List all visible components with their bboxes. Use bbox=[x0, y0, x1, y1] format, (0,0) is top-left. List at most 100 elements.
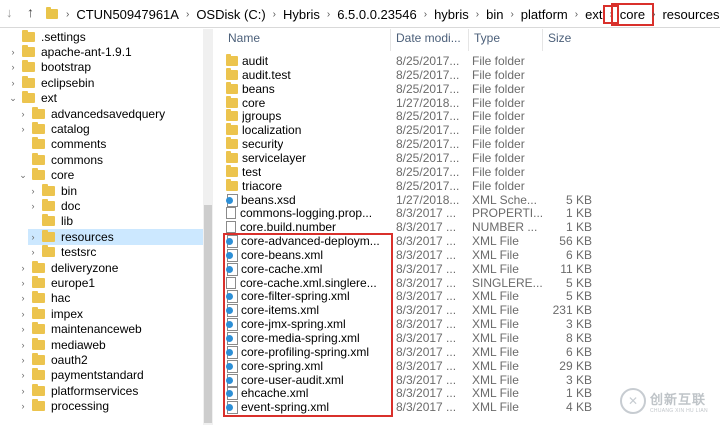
file-row[interactable]: beans.xsd 1/27/2018... XML Sche... 5 KB bbox=[222, 193, 720, 207]
column-header-date[interactable]: Date modi... bbox=[396, 31, 461, 49]
breadcrumb-item[interactable]: OSDisk (C:) bbox=[191, 7, 270, 22]
file-row[interactable]: commons-logging.prop... 8/3/2017 ... PROPE… bbox=[222, 206, 720, 220]
file-row[interactable]: audit 8/25/2017... File folder bbox=[222, 54, 720, 68]
breadcrumb-chevron-icon[interactable]: › bbox=[64, 9, 71, 20]
tree-item[interactable]: › testsrc bbox=[28, 245, 96, 260]
breadcrumb-chevron-icon[interactable]: › bbox=[422, 9, 429, 20]
column-divider[interactable] bbox=[390, 29, 391, 51]
breadcrumb-item[interactable]: Hybris bbox=[278, 7, 325, 22]
chevron-right-icon[interactable]: › bbox=[18, 401, 28, 411]
chevron-down-icon[interactable]: ⌄ bbox=[8, 93, 18, 104]
chevron-right-icon[interactable]: › bbox=[28, 232, 38, 242]
tree-item[interactable]: › platformservices bbox=[18, 383, 138, 398]
file-row[interactable]: security 8/25/2017... File folder bbox=[222, 137, 720, 151]
file-row[interactable]: servicelayer 8/25/2017... File folder bbox=[222, 150, 720, 165]
chevron-right-icon[interactable]: › bbox=[8, 78, 18, 88]
tree-item[interactable]: › deliveryzone bbox=[18, 260, 118, 275]
tree-item[interactable]: › processing bbox=[18, 399, 109, 414]
column-header-name[interactable]: Name bbox=[228, 31, 260, 49]
tree-item[interactable]: › hac bbox=[18, 291, 70, 306]
breadcrumb-chevron-icon[interactable]: › bbox=[603, 4, 619, 24]
chevron-right-icon[interactable]: › bbox=[18, 124, 28, 134]
breadcrumb-item[interactable]: bin bbox=[481, 7, 508, 22]
tree-item[interactable]: › apache-ant-1.9.1 bbox=[8, 44, 132, 59]
tree-item[interactable]: › oauth2 bbox=[18, 352, 88, 367]
tree-item[interactable]: › bin bbox=[28, 183, 77, 198]
scrollbar-thumb[interactable] bbox=[204, 205, 212, 423]
chevron-right-icon[interactable]: › bbox=[18, 263, 28, 273]
breadcrumb-item[interactable]: hybris bbox=[429, 7, 474, 22]
file-size: 6 KB bbox=[565, 247, 592, 262]
breadcrumb-chevron-icon[interactable]: › bbox=[325, 9, 332, 20]
tree-item[interactable]: ⌄ ext bbox=[8, 91, 57, 106]
file-row[interactable]: jgroups 8/25/2017... File folder bbox=[222, 109, 720, 123]
tree-item[interactable]: .settings bbox=[8, 29, 86, 44]
column-divider[interactable] bbox=[542, 29, 543, 51]
tree-item[interactable]: comments bbox=[18, 137, 106, 152]
tree-item[interactable]: › mediaweb bbox=[18, 337, 106, 352]
breadcrumb-item[interactable]: core bbox=[610, 2, 655, 26]
folder-icon bbox=[226, 123, 238, 136]
tree-item[interactable]: lib bbox=[28, 214, 73, 229]
chevron-right-icon[interactable]: › bbox=[18, 355, 28, 365]
chevron-right-icon[interactable]: › bbox=[18, 340, 28, 350]
breadcrumb-item[interactable]: 6.5.0.0.23546 bbox=[332, 7, 422, 22]
tree-item[interactable]: › eclipsebin bbox=[8, 75, 94, 90]
tree-item[interactable]: › europe1 bbox=[18, 275, 95, 290]
chevron-right-icon[interactable]: › bbox=[18, 386, 28, 396]
chevron-right-icon[interactable]: › bbox=[8, 62, 18, 72]
file-row[interactable]: test 8/25/2017... File folder bbox=[222, 164, 720, 179]
file-date: 8/3/2017 ... bbox=[396, 275, 457, 290]
breadcrumb-item[interactable]: platform bbox=[516, 7, 573, 22]
file-row[interactable]: triacore 8/25/2017... File folder bbox=[222, 178, 720, 193]
tree-item[interactable]: › doc bbox=[28, 198, 80, 213]
tree-item[interactable]: › impex bbox=[18, 306, 83, 321]
breadcrumb-item[interactable]: ext bbox=[580, 7, 607, 22]
file-row[interactable]: beans 8/25/2017... File folder bbox=[222, 81, 720, 96]
file-row[interactable]: localization 8/25/2017... File folder bbox=[222, 123, 720, 137]
chevron-right-icon[interactable]: › bbox=[28, 186, 38, 196]
chevron-right-icon[interactable]: › bbox=[8, 47, 18, 57]
file-name: beans.xsd bbox=[241, 192, 296, 207]
tree-item[interactable]: › resources bbox=[28, 229, 204, 245]
tree-item[interactable]: › bootstrap bbox=[8, 60, 91, 75]
file-date: 8/25/2017... bbox=[396, 67, 460, 82]
tree-item[interactable]: › advancedsavedquery bbox=[18, 106, 165, 121]
tree-item[interactable]: commons bbox=[18, 152, 103, 167]
column-divider[interactable] bbox=[468, 29, 469, 51]
file-type: File folder bbox=[472, 67, 525, 82]
chevron-right-icon[interactable]: › bbox=[18, 370, 28, 380]
breadcrumb-chevron-icon[interactable]: › bbox=[650, 9, 657, 20]
breadcrumb-item[interactable]: resources bbox=[657, 7, 720, 22]
up-arrow-icon[interactable]: ↑ bbox=[27, 4, 34, 20]
back-arrow-icon[interactable]: ↓ bbox=[6, 5, 13, 20]
tree-item[interactable]: › maintenanceweb bbox=[18, 322, 142, 337]
chevron-right-icon[interactable]: › bbox=[28, 201, 38, 211]
column-header-size[interactable]: Size bbox=[548, 31, 571, 49]
file-date: 1/27/2018... bbox=[396, 95, 460, 110]
file-type: NUMBER ... bbox=[472, 220, 538, 235]
column-header-type[interactable]: Type bbox=[474, 31, 500, 49]
file-size: 6 KB bbox=[565, 344, 592, 359]
file-size: 1 KB bbox=[565, 206, 592, 221]
chevron-right-icon[interactable]: › bbox=[18, 309, 28, 319]
file-row[interactable]: core 1/27/2018... File folder bbox=[222, 95, 720, 110]
tree-item[interactable]: ⌄ core bbox=[18, 168, 74, 183]
breadcrumb-item[interactable]: CTUN50947961A bbox=[71, 7, 184, 22]
file-date: 8/25/2017... bbox=[396, 54, 460, 68]
breadcrumb-chevron-icon[interactable]: › bbox=[184, 9, 191, 20]
tree-item[interactable]: › paymentstandard bbox=[18, 368, 144, 383]
navigation-scrollbar[interactable] bbox=[203, 29, 213, 425]
breadcrumb-chevron-icon[interactable]: › bbox=[271, 9, 278, 20]
chevron-right-icon[interactable]: › bbox=[28, 247, 38, 257]
chevron-right-icon[interactable]: › bbox=[18, 109, 28, 119]
file-row[interactable]: audit.test 8/25/2017... File folder bbox=[222, 67, 720, 82]
tree-item[interactable]: › catalog bbox=[18, 121, 90, 136]
chevron-down-icon[interactable]: ⌄ bbox=[18, 170, 28, 181]
breadcrumb-chevron-icon[interactable]: › bbox=[508, 9, 515, 20]
chevron-right-icon[interactable]: › bbox=[18, 293, 28, 303]
breadcrumb-chevron-icon[interactable]: › bbox=[474, 9, 481, 20]
chevron-right-icon[interactable]: › bbox=[18, 278, 28, 288]
chevron-right-icon[interactable]: › bbox=[18, 324, 28, 334]
breadcrumb-chevron-icon[interactable]: › bbox=[573, 9, 580, 20]
